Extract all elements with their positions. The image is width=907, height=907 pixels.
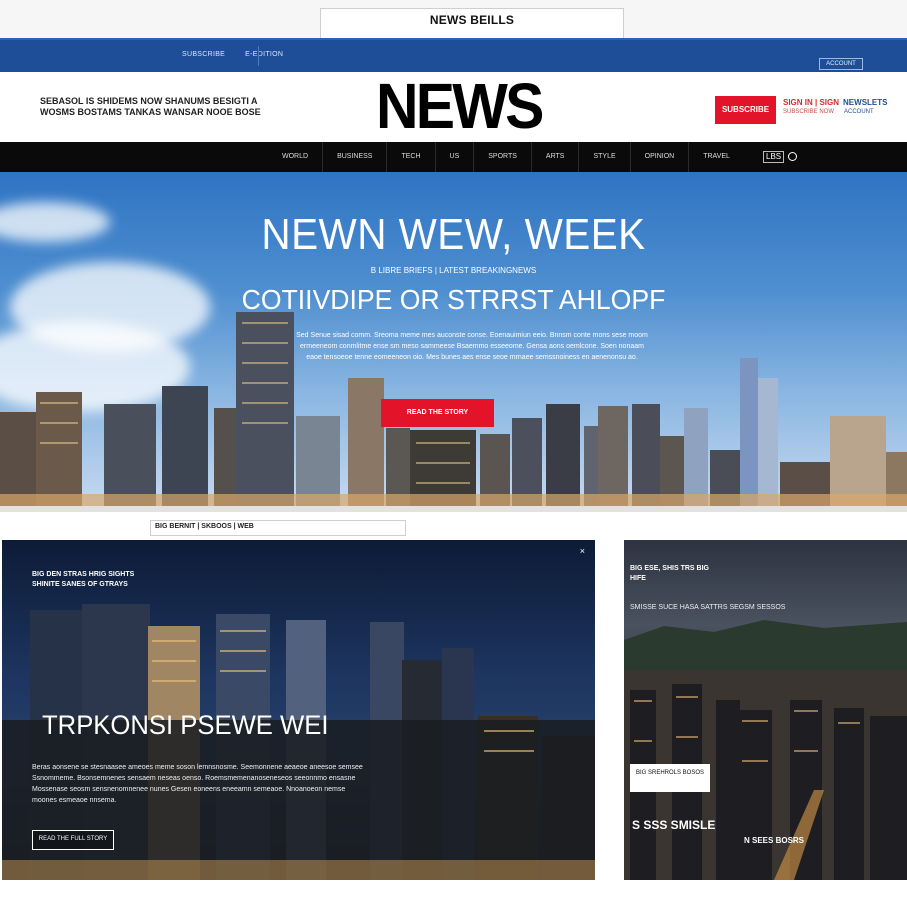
subscribe-button[interactable]: SUBSCRIBE xyxy=(715,96,776,124)
side-card-tag[interactable]: BIG SREHROLS BOSOS xyxy=(630,764,710,792)
hero-title: NEWN WEW, WEEK xyxy=(261,210,646,259)
utility-links: SUBSCRIBE E-EDITION xyxy=(182,51,283,58)
nav-item-business[interactable]: BUSINESS xyxy=(323,142,388,172)
feature-card-main[interactable]: × BIG DEN STRAS HRIG SIGHTS SHINITE SANE… xyxy=(2,540,595,880)
side-card-caption-secondary: N SEES BOSRS xyxy=(744,836,805,845)
browser-strip: NEWS BEILLS xyxy=(0,0,907,38)
hero-body-text: Sed Senue sisad comm. Sreoma meme mes au… xyxy=(296,332,648,361)
section-label[interactable]: BIG BERNIT | SKBOOS | WEB xyxy=(150,520,406,536)
feature-card-body: Beras aonsene se stesnaasee ameoes meme … xyxy=(32,764,363,804)
side-card-caption: S SSS SMISLE xyxy=(632,818,716,832)
feature-card-title[interactable]: TRPKONSI PSEWE WEI xyxy=(42,710,328,741)
account-links: SIGN IN | SIGN NEWSLETS SUBSCRIBE NOW ACCO… xyxy=(783,98,893,115)
nav-item-world[interactable]: WORLD xyxy=(268,142,324,172)
nav-item-opinion[interactable]: OPINION xyxy=(631,142,690,172)
hero-banner: NEWN WEW, WEEK B LIBRE BRIEFS | LATEST B… xyxy=(0,172,907,512)
nav-item-tech[interactable]: TECH xyxy=(387,142,436,172)
utility-link-subscribe[interactable]: SUBSCRIBE xyxy=(182,51,225,58)
search-icon[interactable] xyxy=(788,152,798,161)
main-nav: WORLD BUSINESS TECH US SPORTS ARTS STYLE… xyxy=(0,142,907,172)
nav-item-sports[interactable]: SPORTS xyxy=(474,142,532,172)
close-icon[interactable]: × xyxy=(580,546,585,556)
utility-bar: SUBSCRIBE E-EDITION ACCOUNT xyxy=(0,38,907,72)
search-label: LBS xyxy=(763,150,785,163)
browser-tab-title: NEWS BEILLS xyxy=(429,13,515,27)
side-card-subtitle: SMISSE SUCE HASA SATTRS SEGSM SESSOS xyxy=(630,604,786,611)
feature-card-side[interactable]: BIG ESE, SHIS TRS BIG HIFE SMISSE SUCE H… xyxy=(624,540,907,880)
nav-item-style[interactable]: STYLE xyxy=(579,142,631,172)
section-label-text: BIG BERNIT | SKBOOS | WEB xyxy=(155,523,254,530)
sign-in-link[interactable]: SIGN IN | SIGN xyxy=(783,98,839,107)
feature-card-cta-button[interactable]: READ THE FULL STORY xyxy=(32,830,114,850)
masthead-tagline: SEBASOL IS SHIDEMS NOW SHANUMS BESIGTI A… xyxy=(40,96,261,117)
utility-link-eedition[interactable]: E-EDITION xyxy=(245,51,283,58)
nav-search[interactable]: LBS xyxy=(763,150,817,163)
nav-item-arts[interactable]: ARTS xyxy=(532,142,580,172)
utility-divider xyxy=(258,46,259,66)
masthead: SEBASOL IS SHIDEMS NOW SHANUMS BESIGTI A… xyxy=(0,72,907,142)
feature-card-kicker: BIG DEN STRAS HRIG SIGHTS SHINITE SANES … xyxy=(32,571,135,588)
account-link[interactable]: ACCOUNT xyxy=(844,109,874,115)
side-card-kicker: BIG ESE, SHIS TRS BIG HIFE xyxy=(630,565,709,582)
site-logo[interactable]: NEWS xyxy=(376,74,544,138)
hero-kicker: B LIBRE BRIEFS | LATEST BREAKINGNEWS xyxy=(370,266,537,275)
browser-tab[interactable]: NEWS BEILLS xyxy=(320,8,624,38)
nav-item-travel[interactable]: TRAVEL xyxy=(689,142,744,172)
subscribe-now-link[interactable]: SUBSCRIBE NOW xyxy=(783,109,834,115)
account-button[interactable]: ACCOUNT xyxy=(819,58,863,70)
hero-subtitle: COTIIVDIPE OR STRRST AHLOPF xyxy=(241,284,666,315)
hero-cta-button[interactable]: READ THE STORY xyxy=(381,399,494,427)
nav-item-us[interactable]: US xyxy=(436,142,475,172)
nav-items: WORLD BUSINESS TECH US SPORTS ARTS STYLE… xyxy=(268,142,744,172)
newsletters-link[interactable]: NEWSLETS xyxy=(843,98,887,107)
